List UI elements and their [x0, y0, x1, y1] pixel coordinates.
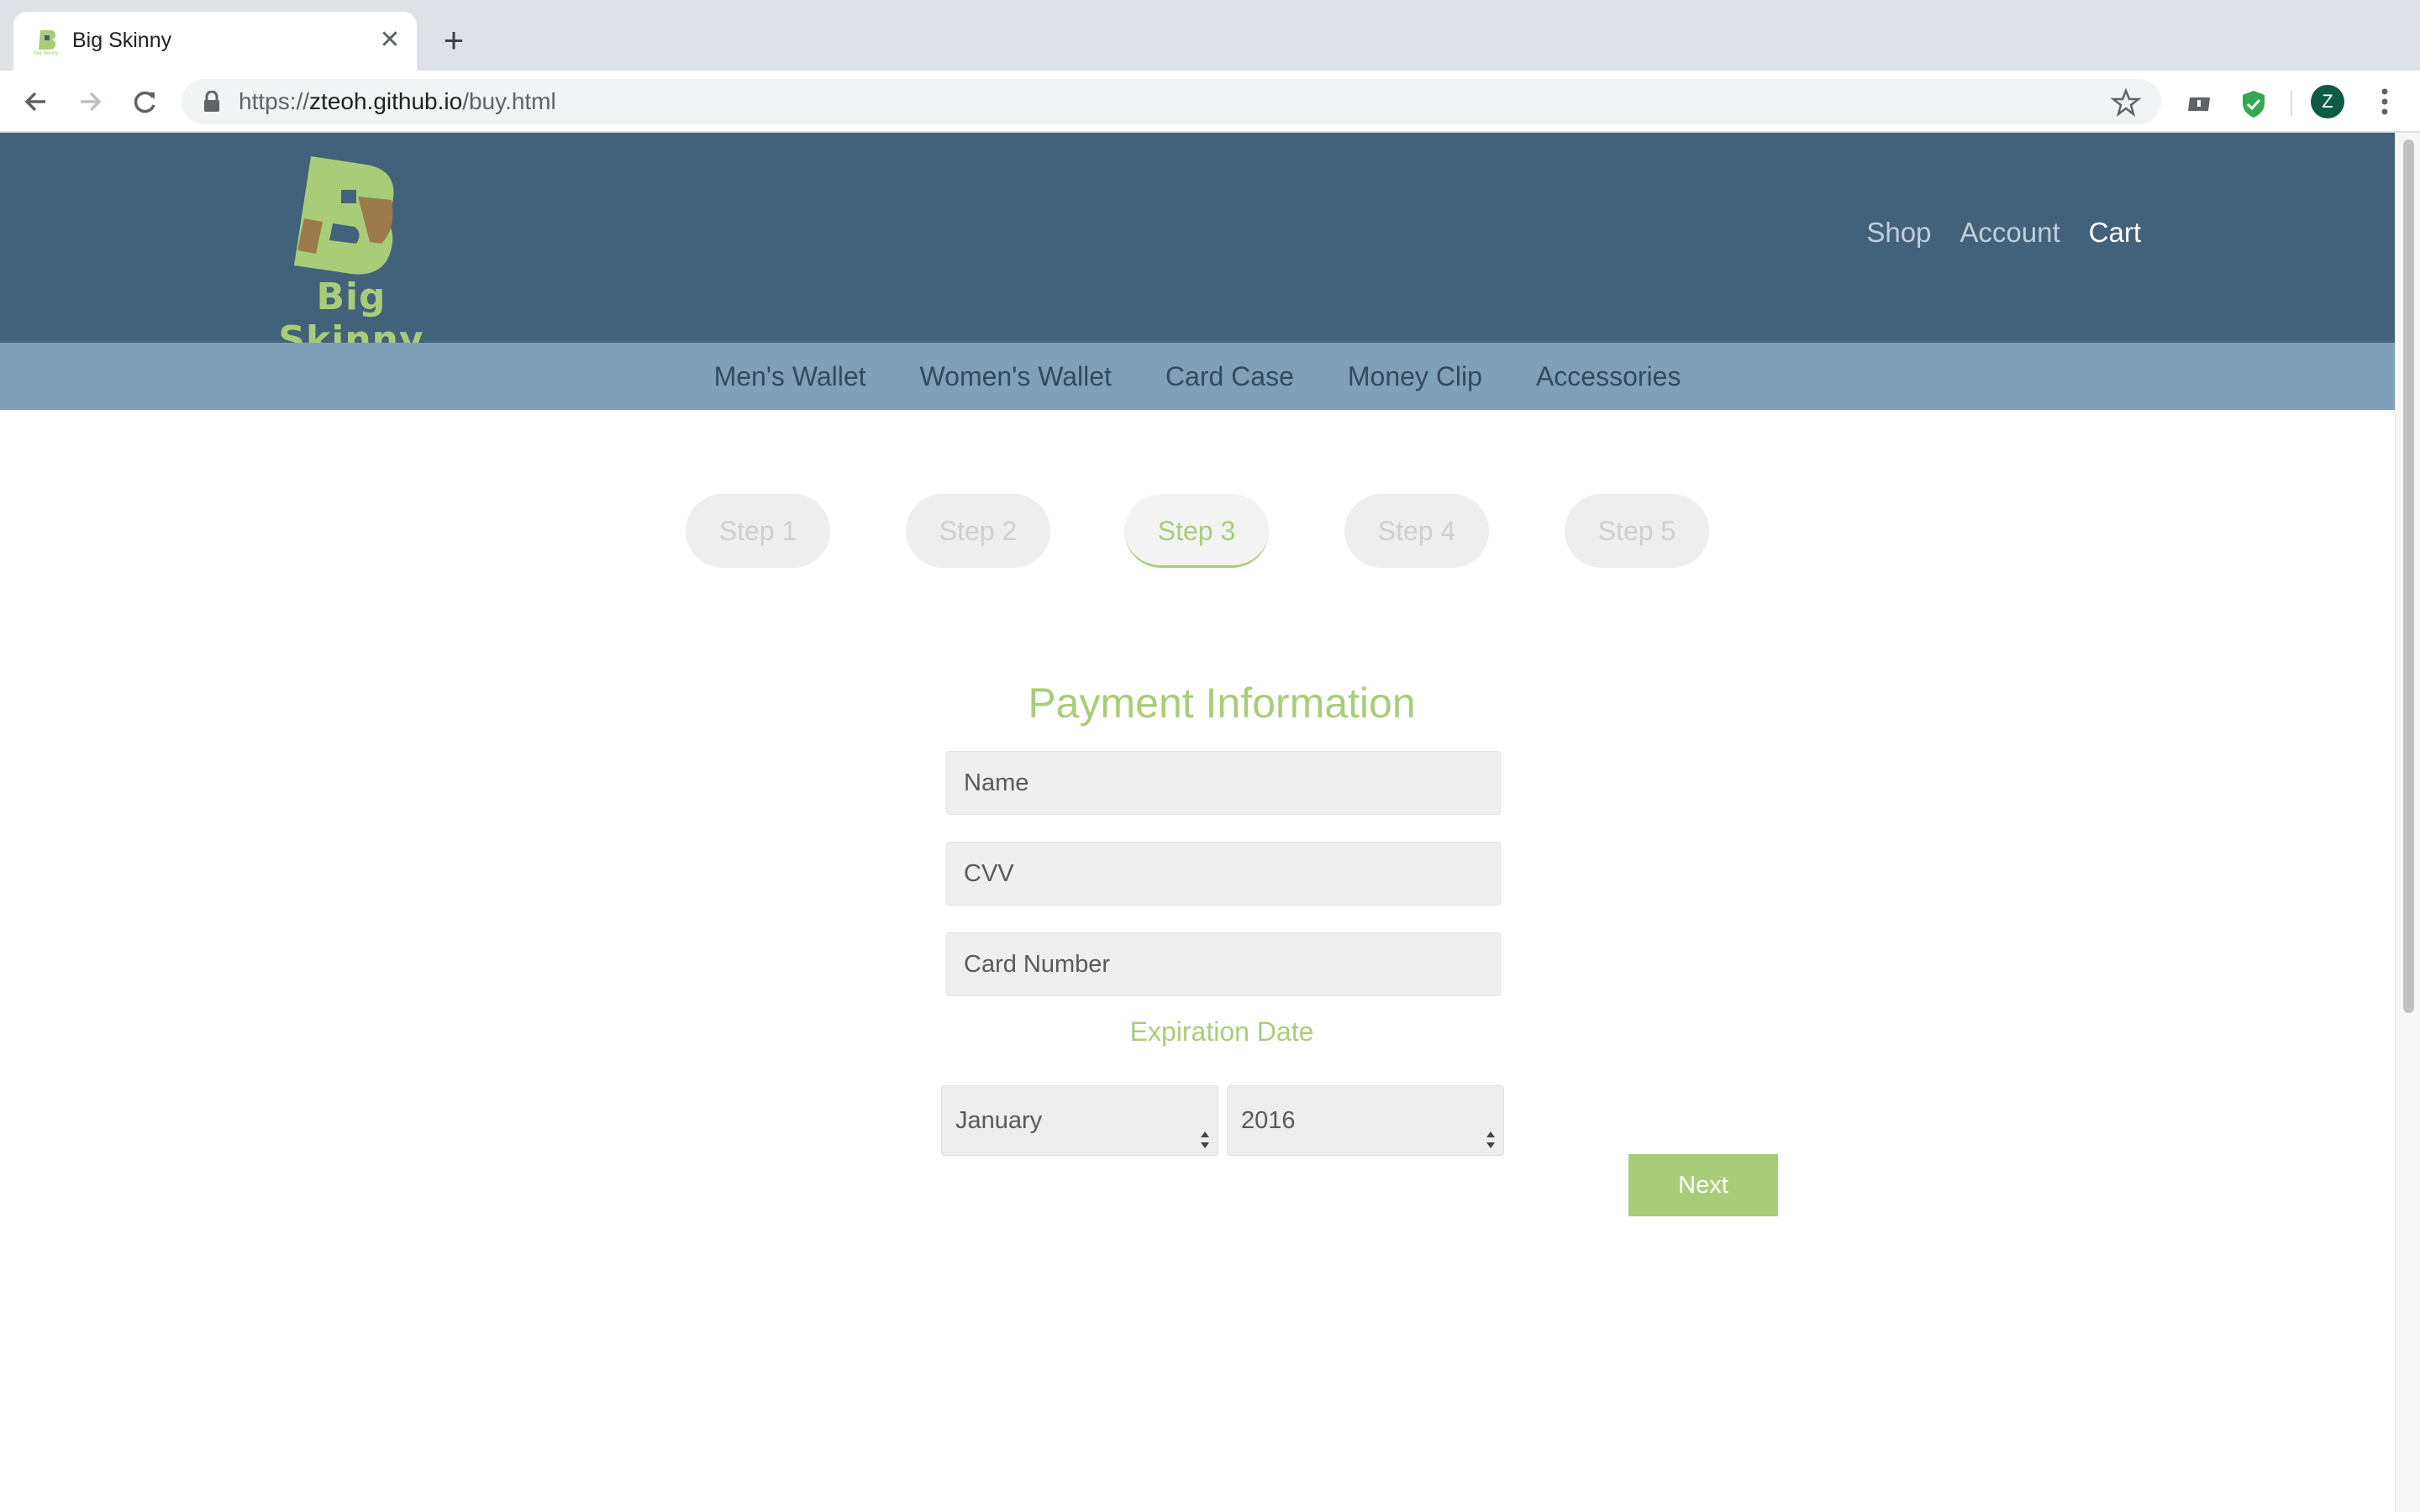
step-3-button[interactable]: Step 3: [1124, 494, 1269, 568]
next-button[interactable]: Next: [1628, 1154, 1778, 1216]
browser-toolbar: https://zteoh.github.io/buy.html Z: [0, 71, 2420, 133]
bookmark-star-icon[interactable]: [2109, 86, 2143, 119]
select-arrows-icon: [1199, 1110, 1211, 1148]
month-select-value: January: [955, 1107, 1043, 1134]
expiration-label: Expiration Date: [1129, 1016, 1314, 1047]
select-arrows-icon: [1485, 1110, 1497, 1148]
category-money-clip[interactable]: Money Clip: [1348, 361, 1482, 392]
logo[interactable]: Big Skinny: [262, 151, 440, 361]
extension-icon[interactable]: [2183, 87, 2217, 121]
category-accessories[interactable]: Accessories: [1536, 361, 1681, 392]
step-2-button[interactable]: Step 2: [906, 494, 1050, 568]
kebab-menu-icon[interactable]: [2368, 84, 2402, 119]
browser-tab-bar: Big Skinny Big Skinny ✕ +: [0, 0, 2420, 71]
category-card-case[interactable]: Card Case: [1165, 361, 1294, 392]
form-title: Payment Information: [1028, 680, 1416, 727]
svg-text:Big Skinny: Big Skinny: [34, 51, 58, 55]
name-input[interactable]: Name: [946, 751, 1501, 815]
step-4-button[interactable]: Step 4: [1344, 494, 1489, 568]
category-nav: Men's Wallet Women's Wallet Card Case Mo…: [0, 343, 2395, 410]
scrollbar-thumb[interactable]: [2403, 139, 2414, 1013]
profile-avatar[interactable]: Z: [2311, 85, 2344, 118]
category-mens-wallet[interactable]: Men's Wallet: [714, 361, 866, 392]
browser-tab[interactable]: Big Skinny Big Skinny ✕: [13, 12, 417, 71]
cvv-input[interactable]: CVV: [946, 842, 1501, 906]
category-womens-wallet[interactable]: Women's Wallet: [920, 361, 1112, 392]
year-select-value: 2016: [1241, 1107, 1296, 1134]
month-select[interactable]: January: [941, 1085, 1218, 1156]
tab-title: Big Skinny: [72, 29, 172, 52]
nav-cart[interactable]: Cart: [2089, 217, 2141, 249]
page-scrollbar[interactable]: [2395, 133, 2420, 1512]
top-nav: Shop Account Cart: [1866, 217, 2141, 249]
step-5-button[interactable]: Step 5: [1565, 494, 1709, 568]
page-content: Big Skinny Shop Account Cart Men's Walle…: [0, 133, 2395, 1512]
step-1-button[interactable]: Step 1: [686, 494, 830, 568]
favicon-icon: Big Skinny: [32, 27, 60, 56]
nav-account[interactable]: Account: [1960, 217, 2060, 249]
toolbar-separator: [2291, 91, 2292, 116]
site-header: Big Skinny Shop Account Cart: [0, 133, 2395, 361]
year-select[interactable]: 2016: [1227, 1085, 1504, 1156]
forward-icon[interactable]: [69, 81, 111, 123]
back-icon[interactable]: [15, 81, 57, 123]
new-tab-icon[interactable]: +: [437, 23, 471, 58]
nav-shop[interactable]: Shop: [1866, 217, 1931, 249]
logo-b-icon: [294, 156, 394, 275]
reload-icon[interactable]: [124, 81, 166, 123]
shield-icon[interactable]: [2237, 87, 2270, 121]
tab-close-icon[interactable]: ✕: [375, 25, 405, 55]
card-number-input[interactable]: Card Number: [946, 932, 1501, 996]
lock-icon: [202, 90, 222, 113]
address-bar[interactable]: https://zteoh.github.io/buy.html: [182, 79, 2161, 124]
url-text: https://zteoh.github.io/buy.html: [239, 88, 556, 114]
